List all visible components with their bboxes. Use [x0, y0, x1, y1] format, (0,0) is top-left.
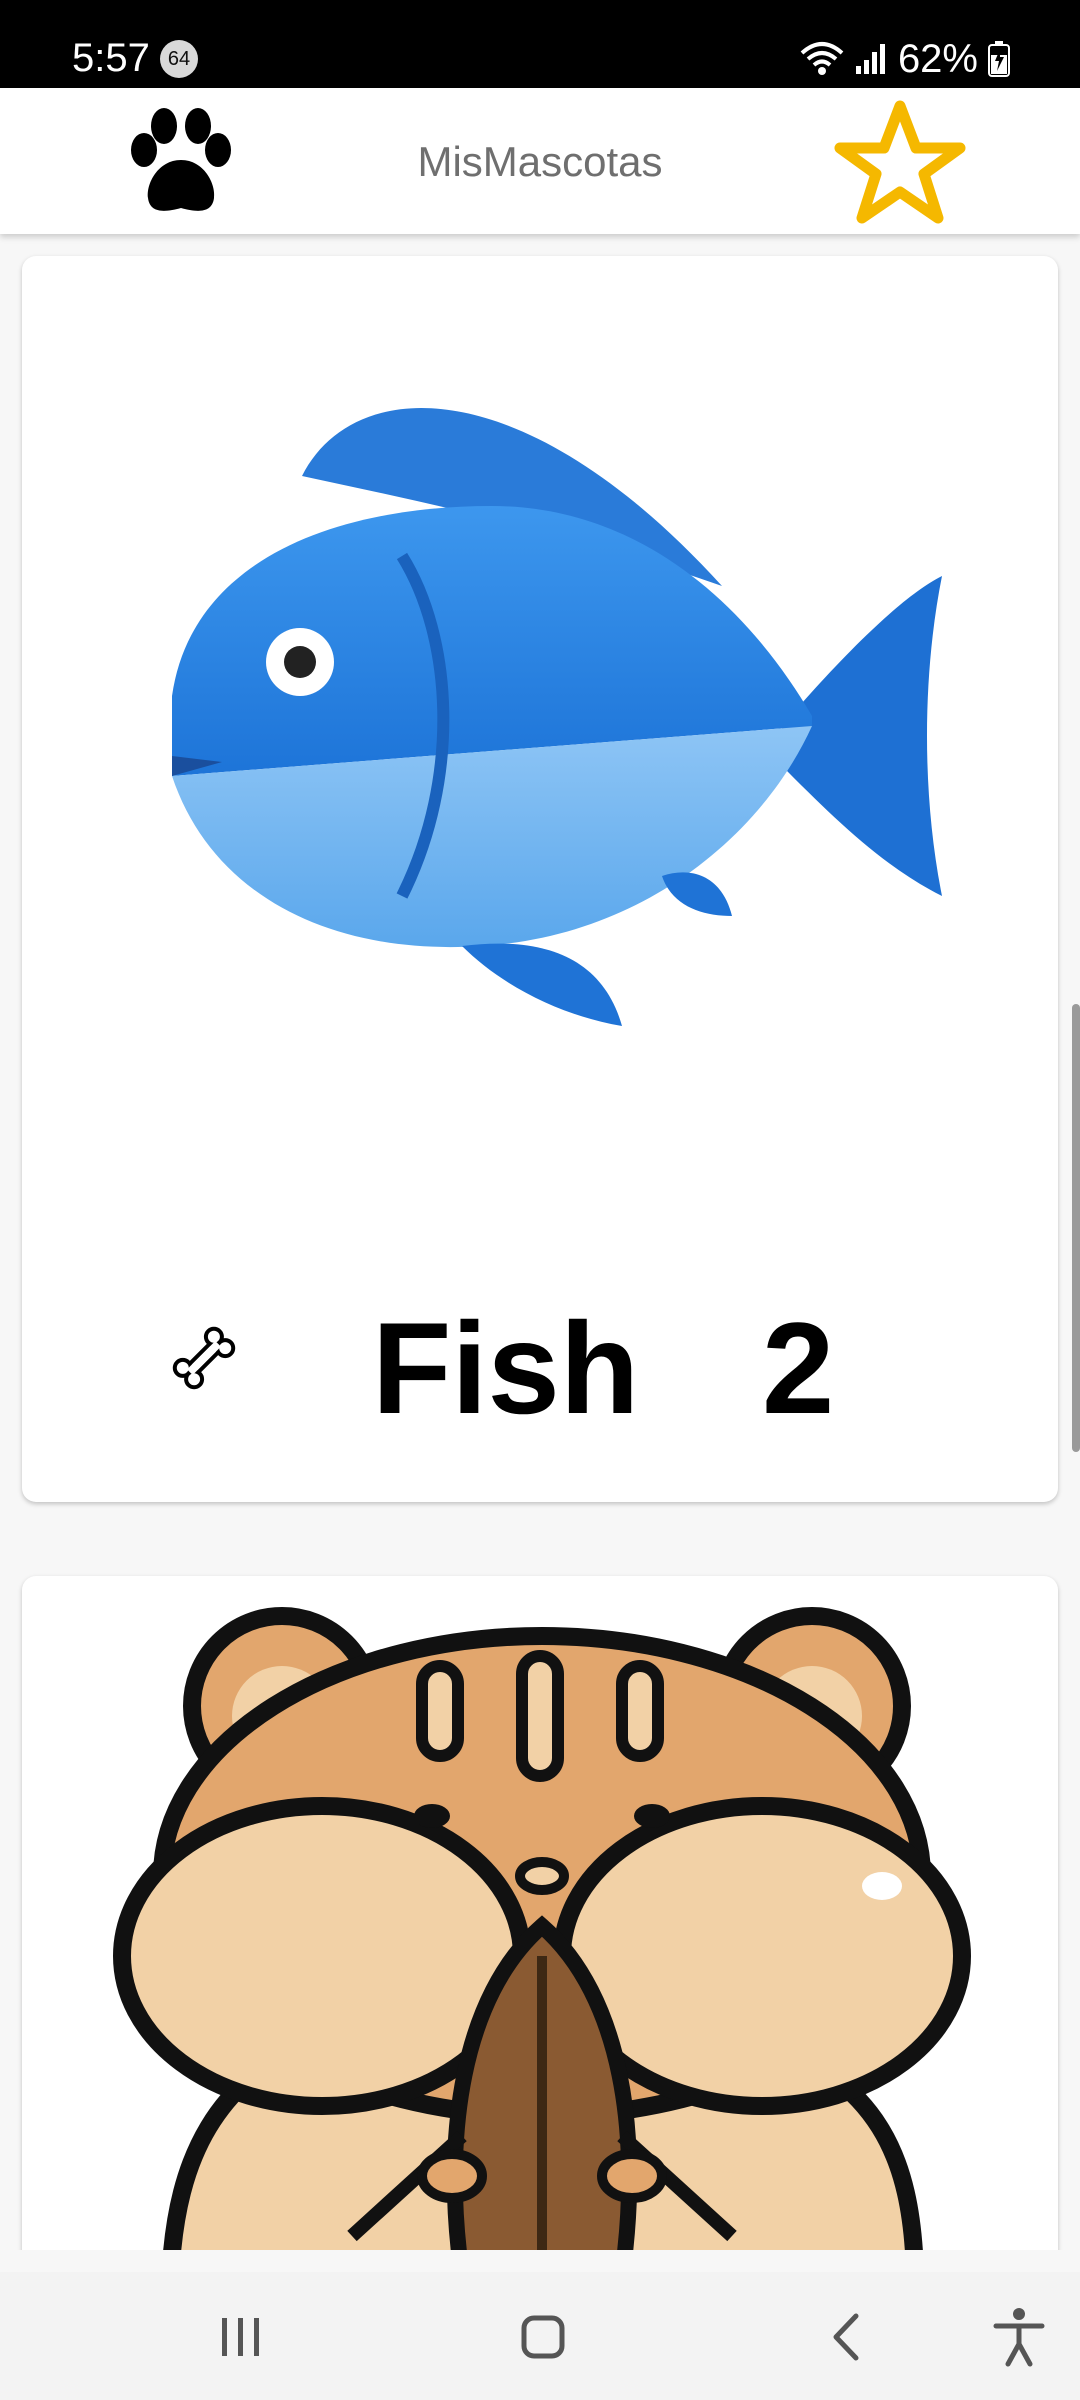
app-bar: MisMascotas — [0, 88, 1080, 234]
pet-card-footer: Fish 2 — [22, 1262, 1058, 1502]
home-icon[interactable] — [508, 2302, 578, 2372]
battery-percentage: 62% — [897, 37, 978, 81]
accessibility-icon[interactable] — [984, 2302, 1054, 2372]
pet-name: Fish — [372, 1295, 640, 1441]
hamster-image — [113, 1607, 971, 2250]
star-icon[interactable] — [834, 98, 966, 226]
recent-apps-icon[interactable] — [206, 2302, 276, 2372]
status-bar: 5:57 64 62% — [0, 0, 1080, 88]
status-icons: 62% — [800, 34, 1010, 84]
pet-feed[interactable]: Fish 2 — [0, 234, 1080, 2250]
pet-count: 2 — [762, 1295, 835, 1441]
fish-image — [172, 407, 942, 1026]
signal-icon — [855, 44, 885, 74]
bone-icon[interactable] — [168, 1322, 240, 1394]
screen: 5:57 64 62% MisMascotas Fish 2 — [0, 0, 1080, 2400]
notification-count-badge: 64 — [160, 40, 198, 78]
battery-icon — [988, 41, 1010, 77]
status-time: 5:57 — [72, 36, 150, 80]
pet-card[interactable]: Fish 2 — [22, 256, 1058, 1502]
wifi-icon — [800, 42, 844, 75]
system-navigation-bar — [0, 2272, 1080, 2400]
back-icon[interactable] — [812, 2302, 882, 2372]
pet-card[interactable] — [22, 1576, 1058, 2250]
scrollbar[interactable] — [1072, 1004, 1080, 1452]
